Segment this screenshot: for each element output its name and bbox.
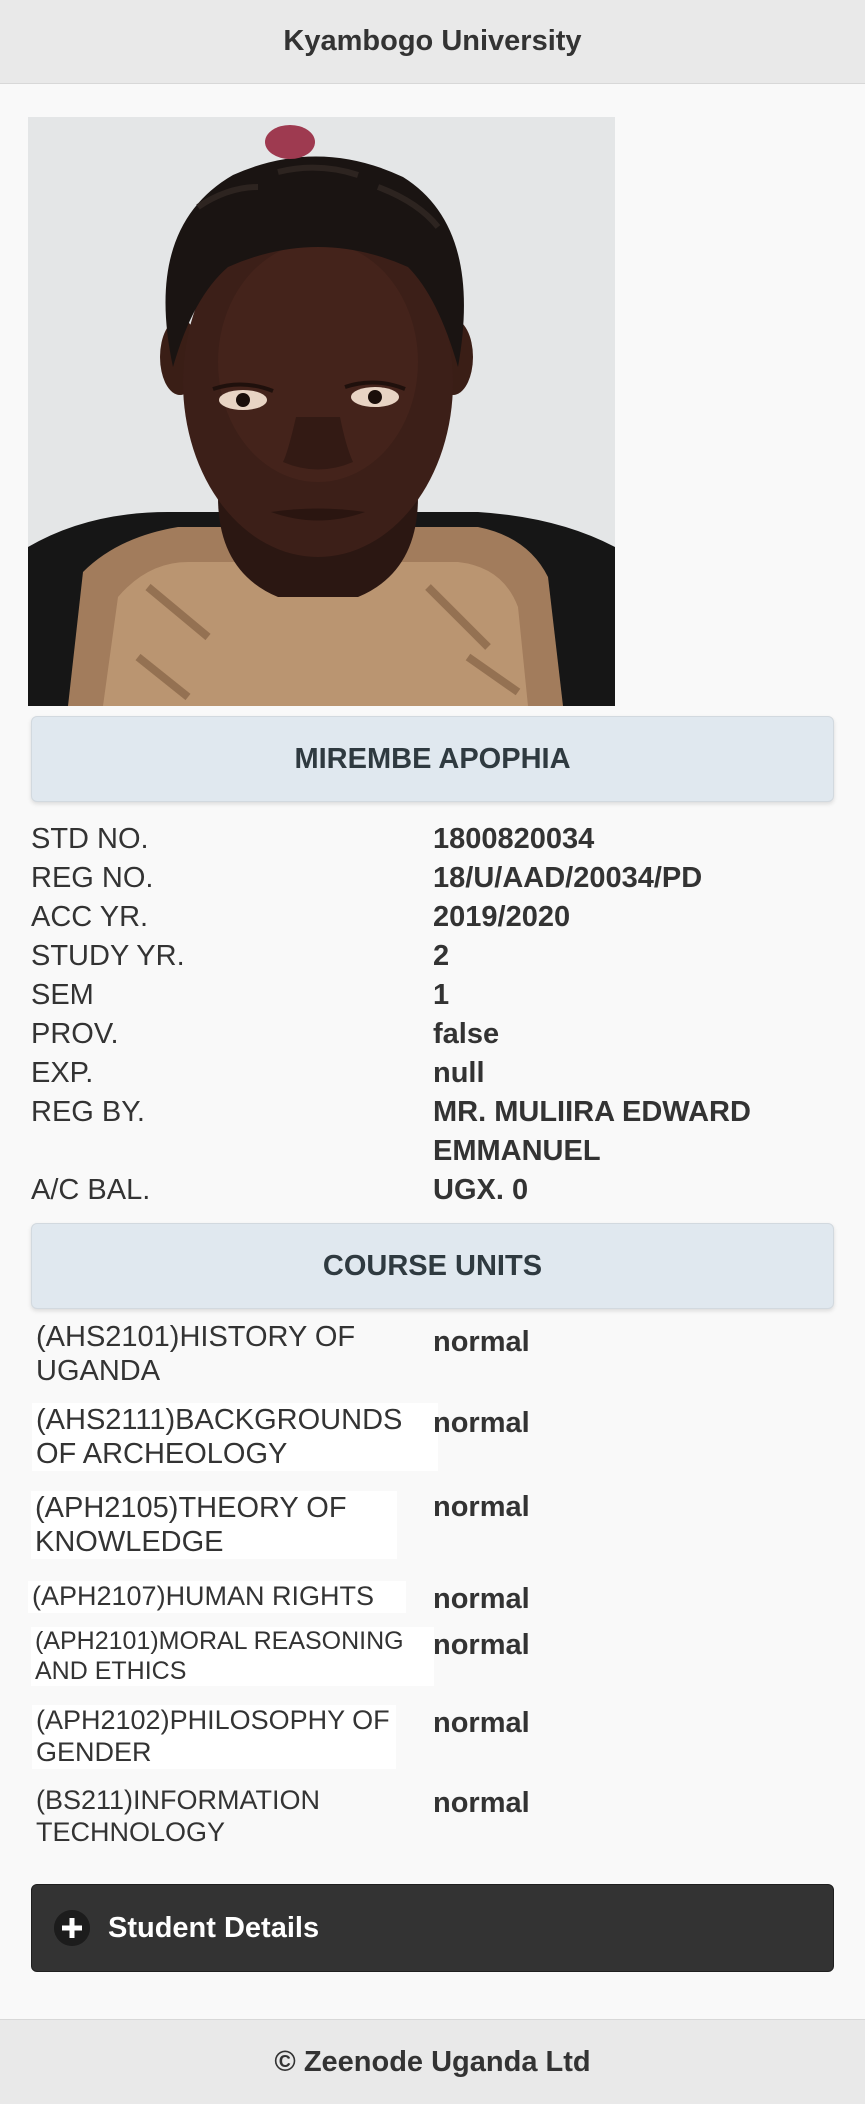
course-unit-name: (BS211)INFORMATION TECHNOLOGY — [36, 1785, 321, 1847]
course-unit-name: (APH2101)MORAL REASONING AND ETHICS — [31, 1627, 434, 1686]
study-yr-label: STUDY YR. — [31, 940, 185, 972]
student-name: MIREMBE APOPHIA — [294, 742, 571, 775]
info-row-acc-yr: ACC YR. 2019/2020 — [31, 898, 834, 937]
exp-value: null — [433, 1057, 485, 1089]
acc-yr-value: 2019/2020 — [433, 901, 571, 933]
course-unit-status: normal — [433, 1326, 530, 1358]
course-unit-status: normal — [433, 1707, 530, 1739]
course-unit-name: (APH2105)THEORY OF KNOWLEDGE — [31, 1491, 397, 1560]
ac-bal-value: UGX. 0 — [433, 1174, 529, 1206]
course-unit-status: normal — [433, 1629, 530, 1661]
student-info-table: STD NO. 1800820034 REG NO. 18/U/AAD/2003… — [31, 820, 834, 1210]
info-row-sem: SEM 1 — [31, 976, 834, 1015]
app-header: Kyambogo University — [0, 0, 865, 84]
plus-icon — [54, 1910, 90, 1946]
student-details-button[interactable]: Student Details — [31, 1884, 834, 1972]
info-row-reg-by: REG BY. MR. MULIIRA EDWARD EMMANUEL — [31, 1093, 834, 1171]
exp-label: EXP. — [31, 1057, 94, 1089]
header-title: Kyambogo University — [283, 25, 582, 57]
course-unit-status: normal — [433, 1407, 530, 1439]
course-units-title: COURSE UNITS — [322, 1249, 543, 1282]
course-unit-name: (AHS2111)BACKGROUNDS OF ARCHEOLOGY — [32, 1403, 438, 1472]
prov-label: PROV. — [31, 1018, 119, 1050]
course-unit-status: normal — [433, 1491, 530, 1523]
info-row-reg-no: REG NO. 18/U/AAD/20034/PD — [31, 859, 834, 898]
prov-value: false — [433, 1018, 500, 1050]
sem-value: 1 — [433, 979, 450, 1011]
app-footer: © Zeenode Uganda Ltd — [0, 2019, 865, 2104]
info-row-ac-bal: A/C BAL. UGX. 0 — [31, 1171, 834, 1210]
sem-label: SEM — [31, 979, 94, 1011]
study-yr-value: 2 — [433, 940, 450, 972]
student-name-bar: MIREMBE APOPHIA — [31, 716, 834, 802]
info-row-study-yr: STUDY YR. 2 — [31, 937, 834, 976]
footer-copyright: © Zeenode Uganda Ltd — [274, 2045, 591, 2078]
student-details-label: Student Details — [108, 1911, 320, 1944]
course-unit-name: (APH2102)PHILOSOPHY OF GENDER — [32, 1705, 396, 1769]
course-units-header: COURSE UNITS — [31, 1223, 834, 1309]
info-row-prov: PROV. false — [31, 1015, 834, 1054]
info-row-exp: EXP. null — [31, 1054, 834, 1093]
ac-bal-label: A/C BAL. — [31, 1174, 151, 1206]
info-row-std-no: STD NO. 1800820034 — [31, 820, 834, 859]
reg-by-value: MR. MULIIRA EDWARD EMMANUEL — [433, 1096, 751, 1167]
course-unit-status: normal — [433, 1787, 530, 1819]
course-unit-status: normal — [433, 1583, 530, 1615]
acc-yr-label: ACC YR. — [31, 901, 149, 933]
reg-no-value: 18/U/AAD/20034/PD — [433, 862, 703, 894]
std-no-label: STD NO. — [31, 823, 149, 855]
course-unit-name: (AHS2101)HISTORY OF UGANDA — [36, 1321, 356, 1388]
reg-no-label: REG NO. — [31, 862, 154, 894]
student-photo — [28, 117, 615, 706]
std-no-value: 1800820034 — [433, 823, 595, 855]
course-unit-name: (APH2107)HUMAN RIGHTS — [28, 1581, 406, 1613]
reg-by-label: REG BY. — [31, 1096, 145, 1128]
